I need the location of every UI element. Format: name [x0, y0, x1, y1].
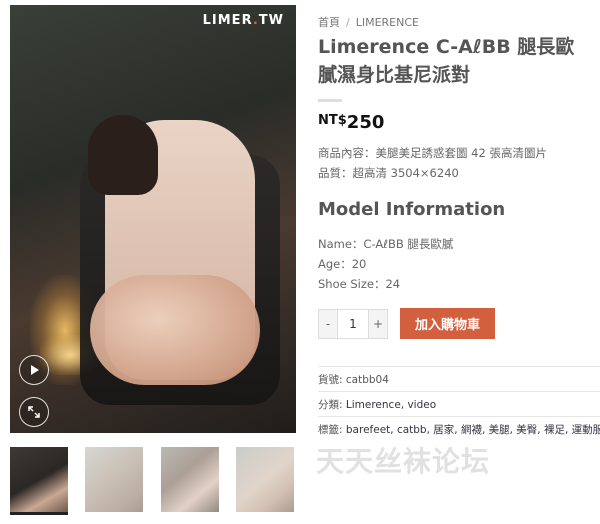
play-icon	[31, 365, 39, 375]
sku-value: catbb04	[345, 374, 389, 386]
price-currency: NT$	[318, 113, 347, 128]
category-links[interactable]: Limerence, video	[346, 399, 436, 411]
model-foot	[90, 275, 260, 385]
breadcrumb: 首頁 / LIMERENCE	[318, 14, 419, 30]
product-main-image[interactable]: LIMER.TW	[10, 5, 296, 433]
tags-row: 標籤: barefeet, catbb, 居家, 網襪, 美腿, 美臀, 裸足,…	[318, 416, 600, 442]
product-quality: 品質：超高清 3504×6240	[318, 166, 459, 180]
thumbnail-3[interactable]	[161, 447, 219, 512]
watermark: 天天丝袜论坛	[316, 445, 491, 478]
quantity-input[interactable]: 1	[337, 310, 369, 338]
quantity-stepper: - 1 +	[318, 309, 388, 339]
expand-icon	[28, 406, 40, 418]
model-shoe-size: Shoe Size：24	[318, 277, 401, 291]
thumbnail-1[interactable]	[10, 447, 68, 515]
product-price: NT$250	[318, 112, 384, 133]
breadcrumb-separator: /	[346, 16, 350, 29]
quantity-minus-button[interactable]: -	[319, 310, 337, 338]
add-to-cart-button[interactable]: 加入購物車	[400, 308, 495, 339]
price-amount: 250	[346, 112, 385, 133]
product-title: Limerence C-AℓBB 腿長歐膩濕身比基尼派對	[318, 36, 575, 86]
breadcrumb-home[interactable]: 首頁	[318, 16, 340, 29]
thumbnail-strip	[10, 447, 296, 515]
model-age: Age：20	[318, 257, 367, 271]
model-name: Name：C-AℓBB 腿長歐膩	[318, 237, 454, 251]
breadcrumb-current[interactable]: LIMERENCE	[356, 16, 419, 29]
sku-row: 貨號: catbb04	[318, 366, 600, 392]
tags-label: 標籤:	[318, 424, 343, 436]
brand-logo: LIMER.TW	[202, 13, 284, 28]
thumbnail-2[interactable]	[85, 447, 143, 512]
model-info-heading: Model Information	[318, 199, 506, 220]
sku-label: 貨號:	[318, 374, 343, 386]
category-row: 分類: Limerence, video	[318, 391, 600, 417]
play-video-button[interactable]	[19, 355, 49, 385]
thumbnail-4[interactable]	[236, 447, 294, 512]
expand-image-button[interactable]	[19, 397, 49, 427]
category-label: 分類:	[318, 399, 343, 411]
model-hair	[88, 115, 158, 195]
tag-links[interactable]: barefeet, catbb, 居家, 網襪, 美腿, 美臀, 裸足, 運動服…	[346, 424, 600, 436]
title-divider	[318, 99, 342, 102]
product-content: 商品內容：美腿美足誘惑套圖 42 張高清圖片	[318, 146, 547, 160]
quantity-plus-button[interactable]: +	[369, 310, 387, 338]
